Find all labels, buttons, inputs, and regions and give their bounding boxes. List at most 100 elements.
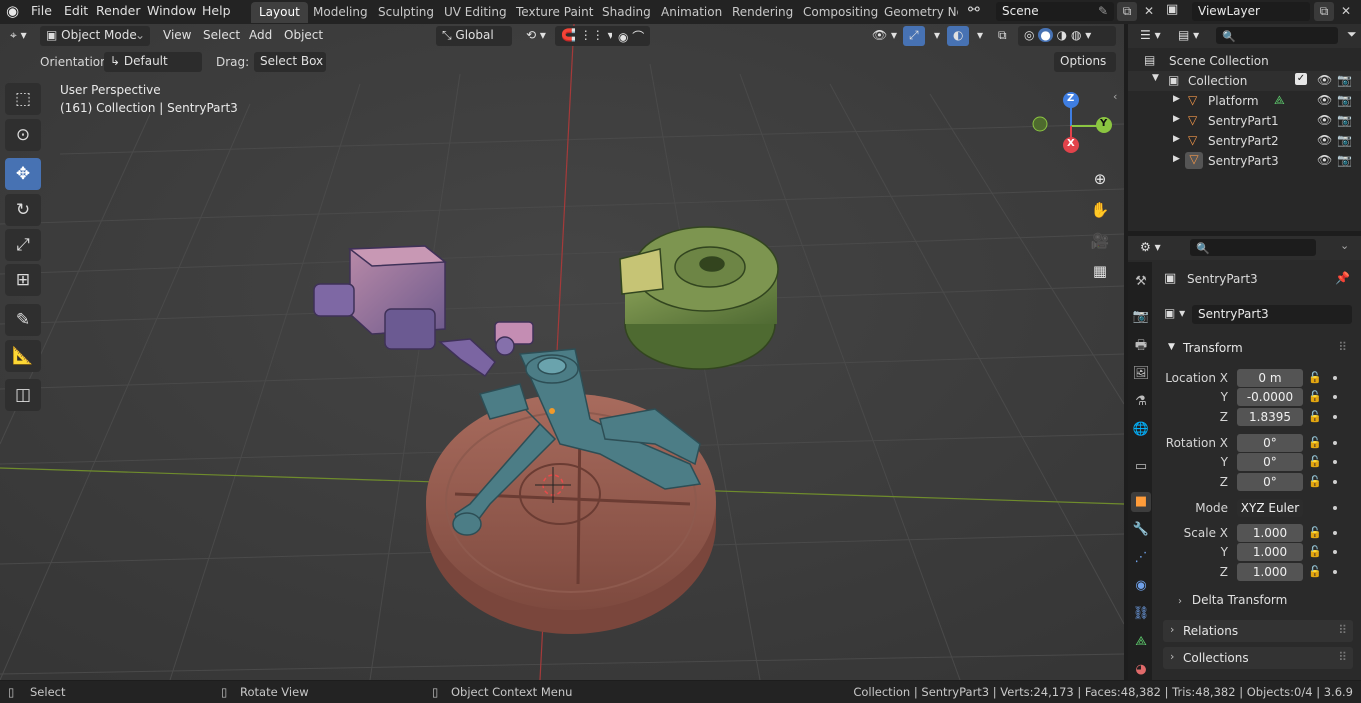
zoom-icon[interactable]: ⊕ — [1087, 166, 1113, 192]
tab-texture-paint[interactable]: Texture Paint — [508, 2, 601, 23]
location-z-field[interactable]: 1.8395 — [1237, 408, 1303, 426]
menu-edit[interactable]: Edit — [64, 3, 88, 18]
lock-icon[interactable]: 🔓 — [1308, 475, 1322, 488]
camera-icon[interactable]: 📷 — [1337, 93, 1352, 107]
menu-help[interactable]: Help — [202, 3, 231, 18]
overlay-menu-icon[interactable]: ▾ — [971, 26, 989, 46]
tab-rendering[interactable]: Rendering — [724, 2, 801, 23]
keyframe-dot[interactable] — [1333, 550, 1337, 554]
outliner-row-scene-collection[interactable]: ▤ Scene Collection — [1128, 51, 1361, 71]
view-layer-tab-icon[interactable]: 🖼 — [1131, 364, 1151, 384]
keyframe-dot[interactable] — [1333, 480, 1337, 484]
gizmo-toggle-icon[interactable]: ⤢ — [903, 26, 925, 46]
lock-icon[interactable]: 🔓 — [1308, 436, 1322, 449]
blender-logo-icon[interactable]: ◉ — [6, 2, 19, 20]
snap-icon[interactable]: 🧲 ⋮⋮ ▾ — [555, 26, 620, 46]
material-tab-icon[interactable]: ◕ — [1131, 660, 1151, 680]
outliner-row-sentrypart1[interactable]: ▶ ▽ SentryPart1 👁 📷 — [1128, 111, 1361, 131]
transform-orientation-selector[interactable]: ⤡ Global — [436, 26, 512, 46]
menu-add[interactable]: Add — [243, 26, 278, 46]
outliner-row-collection[interactable]: ▼ ▣ Collection ✓ 👁 📷 — [1128, 71, 1361, 91]
wireframe-icon[interactable]: ◎ — [1024, 28, 1034, 42]
scale-z-field[interactable]: 1.000 — [1237, 563, 1303, 581]
keyframe-dot[interactable] — [1333, 506, 1337, 510]
move-icon[interactable]: ✥ — [5, 158, 41, 190]
particles-tab-icon[interactable]: ⋰ — [1131, 548, 1151, 568]
display-mode-icon[interactable]: ▤ ▾ — [1172, 26, 1205, 46]
outliner-row-sentrypart2[interactable]: ▶ ▽ SentryPart2 👁 📷 — [1128, 131, 1361, 151]
outliner-editor-icon[interactable]: ☰ ▾ — [1134, 26, 1167, 46]
view-layer-icon[interactable]: ▣ — [1166, 2, 1178, 17]
eye-icon[interactable]: 👁 — [1317, 133, 1332, 147]
menu-file[interactable]: File — [31, 3, 52, 18]
eye-icon[interactable]: 👁 — [1317, 73, 1332, 87]
camera-view-icon[interactable]: 🎥 — [1087, 228, 1113, 254]
world-tab-icon[interactable]: 🌐 — [1131, 420, 1151, 440]
solid-shading-icon[interactable]: ● — [1038, 28, 1053, 42]
properties-editor-icon[interactable]: ⚙ ▾ — [1134, 238, 1167, 258]
add-cube-icon[interactable]: ◫ — [5, 379, 41, 411]
shading-menu-icon[interactable]: ▾ — [1085, 28, 1091, 42]
gizmo-menu-icon[interactable]: ▾ — [928, 26, 946, 46]
chevron-down-icon[interactable]: ▼ — [1152, 73, 1159, 83]
tab-sculpting[interactable]: Sculpting — [370, 2, 442, 23]
keyframe-dot[interactable] — [1333, 441, 1337, 445]
camera-icon[interactable]: 📷 — [1337, 153, 1352, 167]
chevron-right-icon[interactable]: ▶ — [1173, 154, 1180, 164]
xray-icon[interactable]: ⧉ — [992, 26, 1013, 46]
eye-icon[interactable]: 👁 — [1317, 93, 1332, 107]
annotate-icon[interactable]: ✎ — [5, 304, 41, 336]
eye-icon[interactable]: 👁 — [1317, 153, 1332, 167]
location-x-field[interactable]: 0 m — [1237, 369, 1303, 387]
lock-icon[interactable]: 🔓 — [1308, 545, 1322, 558]
select-box-icon[interactable]: ⬚ — [5, 83, 41, 115]
keyframe-dot[interactable] — [1333, 570, 1337, 574]
drag-handle-icon[interactable]: ⠿ — [1338, 623, 1347, 637]
rendered-shading-icon[interactable]: ◍ — [1071, 28, 1081, 42]
mode-selector[interactable]: ▣ Object Mode ⌄ — [40, 26, 150, 46]
gizmo-x-label[interactable]: X — [1067, 138, 1075, 149]
lock-icon[interactable]: 🔓 — [1308, 390, 1322, 403]
outliner-row-sentrypart3[interactable]: ▶ ▽ SentryPart3 👁 📷 — [1128, 151, 1361, 171]
modifier-tab-icon[interactable]: 🔧 — [1131, 520, 1151, 540]
new-scene-icon[interactable]: ⧉ — [1117, 2, 1137, 21]
object-tab-icon[interactable]: ■ — [1131, 492, 1151, 512]
menu-view[interactable]: View — [157, 26, 197, 46]
render-tab-icon[interactable]: 📷 — [1131, 307, 1151, 327]
pin-icon[interactable]: 📌 — [1335, 271, 1350, 285]
lock-icon[interactable]: 🔓 — [1308, 371, 1322, 384]
output-tab-icon[interactable]: 🖶 — [1131, 336, 1151, 356]
rotation-z-field[interactable]: 0° — [1237, 473, 1303, 491]
view-layer-selector[interactable]: ViewLayer — [1192, 2, 1310, 21]
camera-icon[interactable]: 📷 — [1337, 133, 1352, 147]
chevron-right-icon[interactable]: ▶ — [1173, 134, 1180, 144]
shading-modes[interactable]: ◎ ● ◑ ◍ ▾ — [1018, 26, 1116, 46]
pivot-icon[interactable]: ⟲ ▾ — [520, 26, 552, 46]
overlay-toggle-icon[interactable]: ◐ — [947, 26, 970, 46]
chevron-right-icon[interactable]: ▶ — [1173, 94, 1180, 104]
tab-uv-editing[interactable]: UV Editing — [436, 2, 515, 23]
ortho-grid-icon[interactable]: ▦ — [1087, 258, 1113, 284]
drag-selector[interactable]: Select Box — [254, 52, 326, 72]
filter-icon[interactable]: ⏷ — [1347, 27, 1357, 42]
proportional-edit-icon[interactable]: ◉ ⌒ — [612, 26, 651, 46]
scene-selector[interactable]: Scene ✎ — [996, 2, 1114, 21]
pin-icon[interactable]: ✎ — [1098, 4, 1108, 18]
keyframe-dot[interactable] — [1333, 415, 1337, 419]
scale-icon[interactable]: ⤢ — [5, 229, 41, 261]
keyframe-dot[interactable] — [1333, 531, 1337, 535]
tool-tab-icon[interactable]: ⚒ — [1131, 272, 1151, 292]
scale-y-field[interactable]: 1.000 — [1237, 543, 1303, 561]
delta-transform-subpanel[interactable]: › Delta Transform — [1178, 593, 1348, 613]
tab-layout[interactable]: Layout — [251, 2, 308, 23]
properties-search-input[interactable]: 🔍 — [1190, 239, 1316, 256]
menu-select[interactable]: Select — [197, 26, 246, 46]
scene-icon[interactable]: ⚯ — [968, 2, 980, 18]
tab-shading[interactable]: Shading — [594, 2, 659, 23]
physics-tab-icon[interactable]: ◉ — [1131, 576, 1151, 596]
collection-tab-icon[interactable]: ▭ — [1131, 457, 1151, 477]
tab-animation[interactable]: Animation — [653, 2, 730, 23]
outliner-row-platform[interactable]: ▶ ▽ Platform ⟁ 👁 📷 — [1128, 91, 1361, 111]
transform-icon[interactable]: ⊞ — [5, 264, 41, 296]
cursor-icon[interactable]: ⊙ — [5, 119, 41, 151]
